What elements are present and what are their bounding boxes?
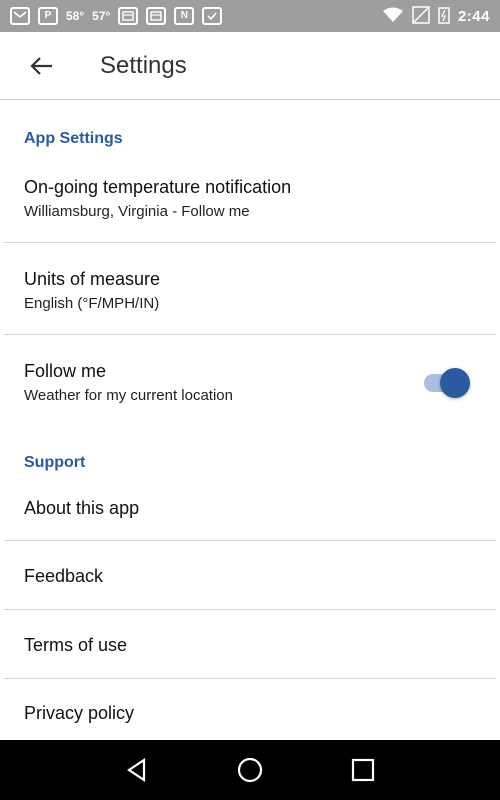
calendar-icon [146,7,167,25]
nav-recents-button[interactable] [347,754,379,786]
temperature-reading-1: 58° [66,9,85,23]
settings-list: App Settings On-going temperature notifi… [0,100,500,740]
app-bar: Settings [0,32,500,100]
setting-terms[interactable]: Terms of use [0,635,500,656]
divider [4,609,496,610]
pinterest-icon: P [38,7,58,25]
setting-notification[interactable]: On-going temperature notification Willia… [0,177,500,220]
setting-privacy[interactable]: Privacy policy [0,703,500,724]
divider [4,678,496,679]
wifi-icon [382,7,404,26]
status-bar: P 58° 57° N 2:44 [0,0,500,32]
temperature-reading-2: 57° [92,9,111,23]
setting-terms-title: Terms of use [24,635,128,655]
circle-home-icon [237,757,263,783]
square-recents-icon [352,758,375,782]
setting-about[interactable]: About this app [0,498,500,519]
nav-home-button[interactable] [234,754,266,786]
setting-units-title: Units of measure [24,269,161,289]
setting-units[interactable]: Units of measure English (°F/MPH/IN) [0,269,500,312]
toggle-thumb [440,368,470,398]
setting-privacy-title: Privacy policy [24,703,135,723]
n-app-icon: N [174,7,195,25]
divider [4,242,496,243]
divider [4,540,496,541]
back-button[interactable] [12,32,72,100]
calendar-icon [118,7,139,25]
check-icon [202,7,223,25]
back-arrow-icon [30,56,52,75]
setting-notification-title: On-going temperature notification [24,177,292,197]
battery-icon [438,6,450,27]
setting-feedback[interactable]: Feedback [0,566,500,587]
system-nav-bar [0,740,500,800]
page-title: Settings [100,51,187,79]
divider [4,334,496,335]
nav-back-button[interactable] [121,754,153,786]
setting-notification-subtitle: Williamsburg, Virginia - Follow me [24,203,250,220]
signal-icon [412,5,430,27]
status-right-icons: 2:44 [382,5,490,27]
follow-me-toggle[interactable] [420,366,470,400]
section-header-support: Support [24,454,86,471]
setting-units-subtitle: English (°F/MPH/IN) [24,295,160,312]
setting-about-title: About this app [24,498,140,518]
clock: 2:44 [457,7,490,25]
status-left-icons: P 58° 57° N [10,7,223,25]
setting-feedback-title: Feedback [24,566,104,586]
triangle-back-icon [126,758,145,782]
gmail-icon [10,7,30,25]
section-header-app-settings: App Settings [24,130,123,147]
